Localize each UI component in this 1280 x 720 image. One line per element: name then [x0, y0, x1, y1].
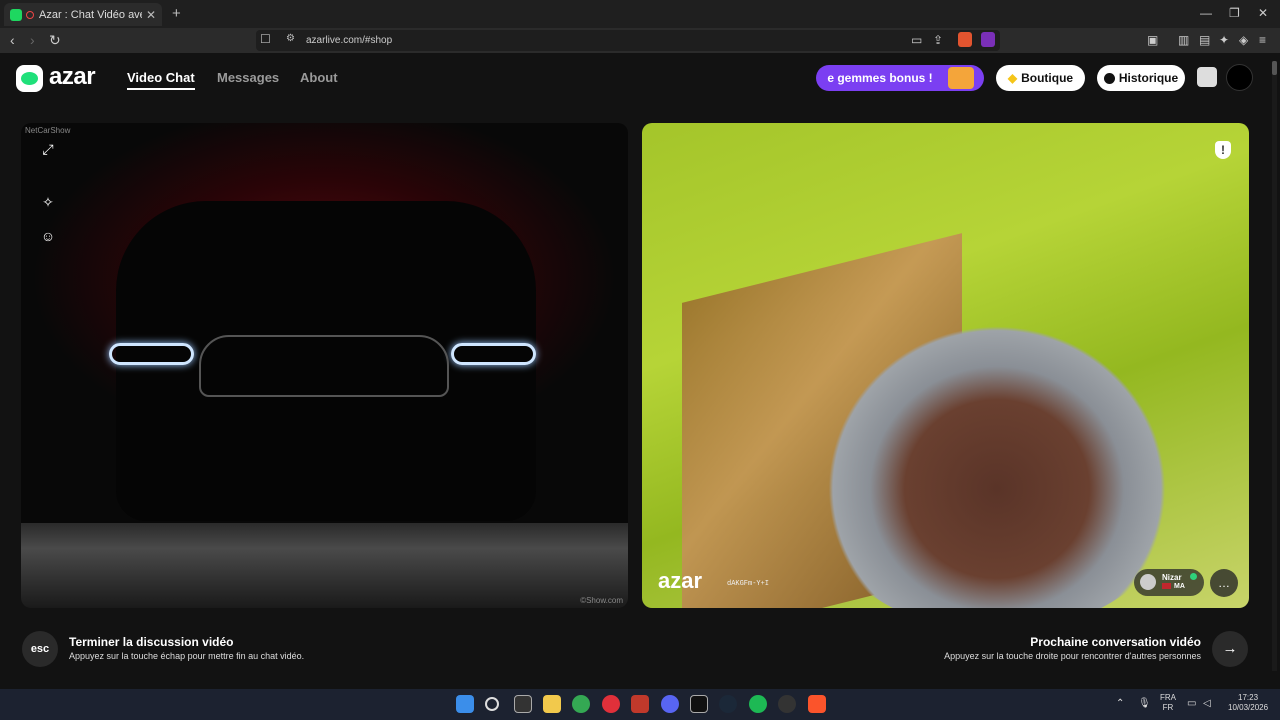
capcut-icon[interactable] [690, 695, 708, 713]
task-view-icon[interactable] [514, 695, 532, 713]
gem-bonus-button[interactable]: e gemmes bonus ! [816, 65, 984, 91]
share-icon[interactable]: ⇪ [933, 33, 943, 47]
tab-title: Azar : Chat Vidéo avec de no [39, 8, 142, 21]
clock[interactable]: 17:23 10/03/2026 [1228, 693, 1268, 713]
clock-icon [1103, 72, 1115, 84]
nav-messages[interactable]: Messages [217, 70, 279, 85]
chrome-icon[interactable] [572, 695, 590, 713]
back-icon[interactable]: ‹ [10, 32, 15, 48]
chat-bubble-button[interactable]: … [1210, 569, 1238, 597]
steam-icon[interactable] [719, 695, 737, 713]
file-explorer-icon[interactable] [543, 695, 561, 713]
bookmark-icon[interactable]: ☐ [260, 32, 271, 46]
user-avatar-icon [1140, 574, 1156, 590]
esc-button[interactable]: esc [22, 631, 58, 667]
brave-icon[interactable] [808, 695, 826, 713]
azar-watermark: azar [658, 568, 703, 593]
historique-button[interactable]: Historique [1097, 65, 1185, 91]
morocco-flag-icon [1162, 583, 1171, 590]
partner-country: MA [1162, 583, 1185, 590]
windows-start-icon[interactable] [456, 695, 474, 713]
network-icon[interactable]: ▭ [1187, 698, 1196, 709]
inbox-icon[interactable] [1197, 67, 1217, 87]
boutique-label: Boutique [1021, 71, 1074, 85]
magic-wand-icon[interactable]: ✧ [40, 194, 56, 210]
reload-icon[interactable]: ↻ [49, 32, 61, 49]
fullscreen-icon[interactable]: ⤢ [40, 141, 56, 157]
new-tab-button[interactable]: + [172, 5, 181, 22]
nav-video-chat[interactable]: Video Chat [127, 70, 195, 90]
azar-app: azar Video Chat Messages About e gemmes … [0, 53, 1280, 704]
extensions-icon[interactable]: ▤ [1199, 33, 1210, 47]
window-close-button[interactable]: ✕ [1258, 6, 1268, 20]
end-chat-subtitle: Appuyez sur la touche échap pour mettre … [69, 651, 305, 661]
search-icon[interactable] [485, 697, 499, 711]
next-chat-subtitle: Appuyez sur la touche droite pour rencon… [944, 651, 1201, 661]
self-video: NetCarShow ©Show.com ⤢ ✧ ☺ [21, 123, 628, 608]
car-floor [21, 523, 628, 608]
nav-about[interactable]: About [300, 70, 338, 85]
cast-icon[interactable]: ▭ [911, 33, 922, 47]
verified-badge-icon [1190, 573, 1197, 580]
spotify-icon[interactable] [749, 695, 767, 713]
site-info-icon[interactable]: ⚙ [286, 33, 295, 44]
recording-icon [26, 10, 34, 19]
watermark-bottom: ©Show.com [580, 596, 623, 605]
vpn-icon[interactable]: ◈ [1239, 33, 1248, 47]
profile-avatar[interactable] [1226, 64, 1253, 91]
browser-toolbar: ‹ › ↻ azarlive.com/#shop ☐ ⚙ ▭ ⇪ ▣ ▥ ▤ ✦… [0, 28, 1280, 53]
browser-tab[interactable]: Azar : Chat Vidéo avec de no ✕ [4, 3, 162, 26]
maximize-button[interactable]: ❐ [1229, 6, 1240, 20]
page-scrollbar[interactable] [1272, 61, 1277, 671]
forward-icon[interactable]: › [30, 32, 35, 48]
obs-icon[interactable] [778, 695, 796, 713]
report-icon[interactable]: ! [1215, 141, 1231, 159]
browser-tab-strip: Azar : Chat Vidéo avec de no ✕ + — ❐ ✕ [0, 0, 1280, 28]
leo-ai-icon[interactable]: ✦ [1219, 33, 1229, 47]
microphone-icon[interactable]: 🎙 [1138, 698, 1151, 709]
car-grille [199, 335, 449, 397]
gem-bonus-label: e gemmes bonus ! [827, 71, 933, 85]
azar-favicon-icon [10, 8, 22, 21]
next-chat-title: Prochaine conversation vidéo [1030, 635, 1201, 649]
minimize-button[interactable]: — [1200, 6, 1212, 20]
brave-shield-icon[interactable] [958, 32, 972, 47]
language-indicator[interactable]: FRA FR [1160, 693, 1176, 713]
boutique-button[interactable]: ◆ Boutique [996, 65, 1085, 91]
headlight-left [109, 343, 194, 365]
next-chat-button[interactable]: → [1212, 631, 1248, 667]
wallet-icon[interactable]: ▣ [1147, 33, 1158, 47]
sidebar-icon[interactable]: ▥ [1178, 33, 1189, 47]
diamond-icon: ◆ [1007, 71, 1018, 85]
end-chat-title: Terminer la discussion vidéo [69, 635, 234, 649]
discord-icon[interactable] [661, 695, 679, 713]
azar-logo-icon[interactable] [16, 65, 43, 92]
headlight-right [451, 343, 536, 365]
treasure-chest-icon [948, 67, 974, 89]
windows-taskbar: ⌃ 🎙 FRA FR ▭ ◁ 17:23 10/03/2026 [0, 689, 1280, 720]
historique-label: Historique [1118, 71, 1179, 85]
partner-name: Nizar [1162, 573, 1182, 582]
opera-icon[interactable] [602, 695, 620, 713]
tray-chevron-icon[interactable]: ⌃ [1116, 698, 1124, 709]
address-bar[interactable]: azarlive.com/#shop [256, 30, 1000, 51]
adobe-icon[interactable] [631, 695, 649, 713]
partner-user-chip[interactable]: Nizar MA [1134, 569, 1204, 596]
face-filter-icon[interactable]: ☺ [40, 228, 56, 244]
menu-icon[interactable]: ≡ [1259, 33, 1266, 47]
azar-logo-text[interactable]: azar [49, 63, 96, 91]
session-id: dAKGFm-Y+I [727, 580, 770, 588]
volume-icon[interactable]: ◁ [1203, 698, 1211, 709]
partner-person [792, 273, 1202, 608]
watermark-top: NetCarShow [25, 126, 71, 135]
partner-video: ! azar dAKGFm-Y+I Nizar MA … [642, 123, 1249, 608]
brave-rewards-icon[interactable] [981, 32, 995, 47]
tab-close-icon[interactable]: ✕ [146, 8, 156, 22]
